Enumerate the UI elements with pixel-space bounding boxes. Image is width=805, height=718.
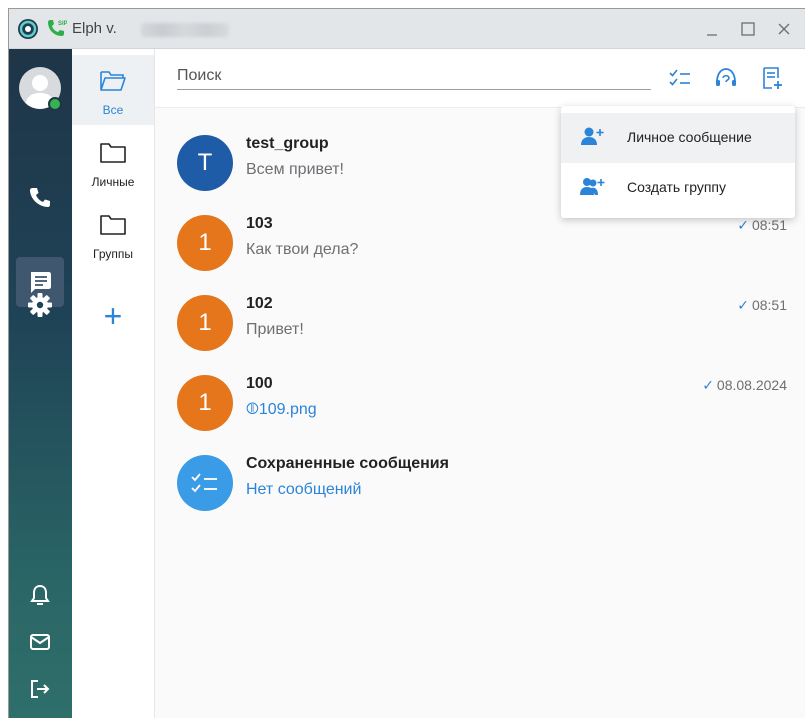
chat-name: 103 [246,215,273,232]
chat-last-message: ⦷109.png [246,401,317,419]
chat-item-102[interactable]: 1 102 Привет! ✓ 08:51 [155,289,805,367]
folders-panel: Все Личные Группы + [72,49,155,718]
chat-name: test_group [246,135,329,152]
read-check-icon: ✓ [737,297,749,313]
new-chat-icon[interactable] [759,65,785,91]
read-check-icon: ✓ [702,377,714,393]
search-bar [155,49,805,108]
chat-last-message: Как твои дела? [246,241,359,258]
chat-name: Сохраненные сообщения [246,455,449,472]
support-icon[interactable] [713,65,739,91]
app-window: SIP Elph v. Все Личные Группы + Поиск T … [8,8,805,718]
menu-item-create-group[interactable]: Создать группу [561,163,795,213]
chat-avatar: 1 [177,295,233,351]
folder-personal[interactable]: Личные [72,127,154,197]
add-folder-button[interactable]: + [96,299,130,333]
chat-avatar: T [177,135,233,191]
folder-icon [100,215,126,235]
folder-label: Все [102,103,124,117]
sip-phone-icon: SIP [48,20,67,36]
chat-name: 100 [246,375,273,392]
add-group-icon [580,178,605,195]
read-check-icon: ✓ [737,217,749,233]
folder-open-icon [100,71,126,91]
paperclip-icon: ⦷ [246,401,259,418]
attachment-name[interactable]: 109.png [259,401,317,418]
chat-last-message: Всем привет! [246,161,344,178]
phone-icon[interactable] [26,183,54,211]
settings-gear-icon[interactable] [26,291,54,319]
search-input[interactable] [177,63,651,90]
bell-icon[interactable] [26,581,54,609]
add-person-icon [581,127,604,145]
close-icon[interactable] [773,18,795,40]
chat-time: ✓ 08:51 [737,297,787,314]
chat-time: ✓ 08.08.2024 [702,377,787,394]
checklist-icon [191,473,217,493]
title-bar: SIP Elph v. [9,9,805,49]
folder-icon [100,143,126,163]
chat-avatar [177,455,233,511]
chat-name: 102 [246,295,273,312]
folder-all[interactable]: Все [72,55,154,125]
chat-avatar: 1 [177,215,233,271]
chat-time: ✓ 08:51 [737,217,787,234]
chat-list-panel: T test_group Всем привет! 1 103 Как твои… [155,49,805,718]
mail-icon[interactable] [26,628,54,656]
chat-item-103[interactable]: 1 103 Как твои дела? ✓ 08:51 [155,209,805,287]
online-status-badge [48,97,62,111]
minimize-icon[interactable] [701,18,723,40]
chat-time-value: 08.08.2024 [716,377,787,393]
folder-groups[interactable]: Группы [72,199,154,269]
chat-item-saved-messages[interactable]: Сохраненные сообщения Нет сообщений [155,449,805,527]
chat-item-100[interactable]: 1 100 ⦷109.png ✓ 08.08.2024 [155,369,805,447]
folder-label: Личные [91,175,135,189]
logout-icon[interactable] [26,675,54,703]
chat-last-message: Привет! [246,321,304,338]
maximize-icon[interactable] [737,18,759,40]
chat-avatar: 1 [177,375,233,431]
nav-rail [9,49,72,718]
app-logo-icon [18,19,38,39]
window-title: Elph v. [72,20,117,37]
svg-text:SIP: SIP [58,21,67,27]
menu-item-private-message[interactable]: Личное сообщение [561,113,795,163]
menu-item-label: Личное сообщение [627,129,752,145]
checklist-icon[interactable] [667,65,693,91]
version-redacted [141,23,229,37]
new-chat-menu: Личное сообщение Создать группу [561,106,795,218]
folder-label: Группы [93,247,133,261]
chat-time-value: 08:51 [751,297,787,313]
chat-last-message: Нет сообщений [246,481,362,498]
menu-item-label: Создать группу [627,179,726,195]
chat-time-value: 08:51 [751,217,787,233]
